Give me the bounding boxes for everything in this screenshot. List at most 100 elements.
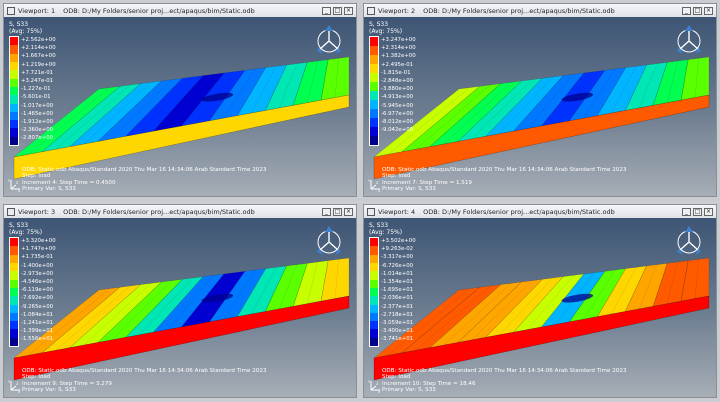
minimize-icon[interactable]: _ xyxy=(682,207,691,216)
view-triad-icon[interactable] xyxy=(314,224,344,260)
legend-avg: (Avg: 75%) xyxy=(369,229,403,236)
legend-value: -2.973e+00 xyxy=(21,270,54,277)
legend-value: -1.227e-01 xyxy=(21,86,51,93)
legend-swatch xyxy=(370,254,378,263)
legend-swatch xyxy=(370,118,378,127)
viewport-canvas[interactable]: S, S33 (Avg: 75%) +3.320e+00 +1.747e+00 +1… xyxy=(4,218,356,397)
legend-value: +2.314e+00 xyxy=(381,45,416,52)
legend-swatch xyxy=(10,120,18,129)
legend-value: +1.747e+00 xyxy=(21,246,56,253)
viewport-canvas[interactable]: S, S33 (Avg: 75%) +3.502e+00 +9.263e-02 -3… xyxy=(364,218,716,397)
legend-swatch xyxy=(370,91,378,100)
viewport-titlebar[interactable]: Viewport: 3 ODB: D:/My Folders/senior pr… xyxy=(4,205,356,219)
legend-swatch xyxy=(370,46,378,55)
svg-text:Z: Z xyxy=(16,181,19,185)
footer-increment: Increment 4: Step Time = 0.4500 xyxy=(22,179,116,186)
svg-text:X: X xyxy=(18,390,21,393)
legend-value: -5.601e-01 xyxy=(21,94,51,101)
viewport-icon xyxy=(367,207,375,216)
legend-value: -1.400e+00 xyxy=(21,262,54,269)
legend-color-bar xyxy=(9,237,19,347)
svg-text:X: X xyxy=(378,390,381,393)
footer-odb: ODB: Static.odb Abaqus/Standard 2020 Thu… xyxy=(382,166,627,173)
status-footer: ODB: Static.odb Abaqus/Standard 2020 Thu… xyxy=(22,368,266,394)
maximize-icon[interactable]: □ xyxy=(333,6,342,15)
legend-swatch xyxy=(10,136,18,146)
legend-swatch xyxy=(370,109,378,118)
legend-swatch xyxy=(370,136,378,145)
legend-value: +1.219e+00 xyxy=(21,61,56,68)
legend-value: -2.360e+00 xyxy=(21,127,54,134)
close-icon[interactable]: × xyxy=(344,207,353,216)
legend-title: S, S33 xyxy=(9,21,29,28)
close-icon[interactable]: × xyxy=(704,6,713,15)
legend-value: -6.119e+00 xyxy=(21,287,54,294)
legend-value: -3.059e+01 xyxy=(381,320,414,327)
viewport-canvas[interactable]: S, S33 (Avg: 75%) +2.562e+00 +2.114e+00 +1… xyxy=(4,17,356,196)
legend-value: -2.848e+00 xyxy=(381,78,414,85)
legend-title: S, S33 xyxy=(369,222,389,229)
legend-value: -8.012e+00 xyxy=(381,119,414,126)
viewport-titlebar[interactable]: Viewport: 4 ODB: D:/My Folders/senior pr… xyxy=(364,205,716,219)
status-footer: ODB: Static.odb Abaqus/Standard 2020 Thu… xyxy=(382,167,626,193)
minimize-icon[interactable]: _ xyxy=(682,6,691,15)
footer-increment: Increment 10: Step Time = 18.46 xyxy=(382,380,476,387)
viewport-title: Viewport: 1 xyxy=(18,6,56,15)
viewport-titlebar[interactable]: Viewport: 1 ODB: D:/My Folders/senior pr… xyxy=(4,4,356,18)
footer-step: Step: load xyxy=(382,173,411,180)
legend-swatch xyxy=(370,100,378,109)
legend-value: -4.546e+00 xyxy=(21,279,54,286)
legend-value: +3.320e+00 xyxy=(21,238,56,244)
view-triad-icon[interactable] xyxy=(314,23,344,59)
viewport-4[interactable]: Viewport: 4 ODB: D:/My Folders/senior pr… xyxy=(363,204,717,398)
viewport-grid: Viewport: 1 ODB: D:/My Folders/senior pr… xyxy=(0,0,720,402)
legend-swatch xyxy=(10,304,18,313)
viewport-2[interactable]: Viewport: 2 ODB: D:/My Folders/senior pr… xyxy=(363,3,717,197)
axis-triad-icon: Y X Z xyxy=(368,179,381,192)
maximize-icon[interactable]: □ xyxy=(333,207,342,216)
maximize-icon[interactable]: □ xyxy=(693,6,702,15)
maximize-icon[interactable]: □ xyxy=(693,207,702,216)
viewport-1[interactable]: Viewport: 1 ODB: D:/My Folders/senior pr… xyxy=(3,3,357,197)
view-triad-icon[interactable] xyxy=(674,224,704,260)
footer-step: Step: load xyxy=(22,374,51,381)
legend-value: -1.084e+01 xyxy=(21,311,54,318)
viewport-canvas[interactable]: S, S33 (Avg: 75%) +3.247e+00 +2.314e+00 +1… xyxy=(364,17,716,196)
legend-value: +2.562e+00 xyxy=(21,37,56,43)
legend-value: -1.912e+00 xyxy=(21,119,54,126)
legend-value: +2.495e-01 xyxy=(381,61,414,68)
legend-swatch xyxy=(10,287,18,297)
axis-triad-icon: Y X Z xyxy=(8,380,21,393)
viewport-icon xyxy=(7,6,15,15)
legend-swatch xyxy=(370,271,378,280)
minimize-icon[interactable]: _ xyxy=(322,207,331,216)
legend-color-bar xyxy=(369,237,379,347)
close-icon[interactable]: × xyxy=(344,6,353,15)
legend-value: +2.114e+00 xyxy=(21,45,56,52)
legend-swatch xyxy=(10,246,18,255)
legend-swatch xyxy=(10,95,18,104)
legend-values: +3.320e+00 +1.747e+00 +1.735e-01 -1.400e+00… xyxy=(21,237,56,347)
legend-value: +3.247e-01 xyxy=(21,78,54,85)
legend-swatch xyxy=(370,82,378,91)
legend-value: +3.502e+00 xyxy=(381,238,416,244)
minimize-icon[interactable]: _ xyxy=(322,6,331,15)
legend-color-bar xyxy=(9,36,19,146)
view-triad-icon[interactable] xyxy=(674,23,704,59)
legend-swatch xyxy=(370,127,378,136)
legend-swatch xyxy=(370,73,378,82)
close-icon[interactable]: × xyxy=(704,207,713,216)
viewport-titlebar[interactable]: Viewport: 2 ODB: D:/My Folders/senior pr… xyxy=(364,4,716,18)
footer-increment: Increment 7: Step Time = 1.519 xyxy=(382,179,472,186)
legend-swatch xyxy=(10,37,18,46)
legend-swatch xyxy=(370,329,378,338)
legend-values: +2.562e+00 +2.114e+00 +1.667e+00 +1.219e+00… xyxy=(21,36,56,146)
axis-triad-icon: Y X Z xyxy=(368,380,381,393)
legend-swatch xyxy=(10,53,18,62)
legend-swatch xyxy=(370,37,378,46)
legend-swatch xyxy=(10,329,18,338)
legend-swatch xyxy=(10,271,18,280)
footer-primary-var: Primary Var: S, S33 xyxy=(382,186,436,193)
legend-swatch xyxy=(10,45,18,54)
viewport-3[interactable]: Viewport: 3 ODB: D:/My Folders/senior pr… xyxy=(3,204,357,398)
